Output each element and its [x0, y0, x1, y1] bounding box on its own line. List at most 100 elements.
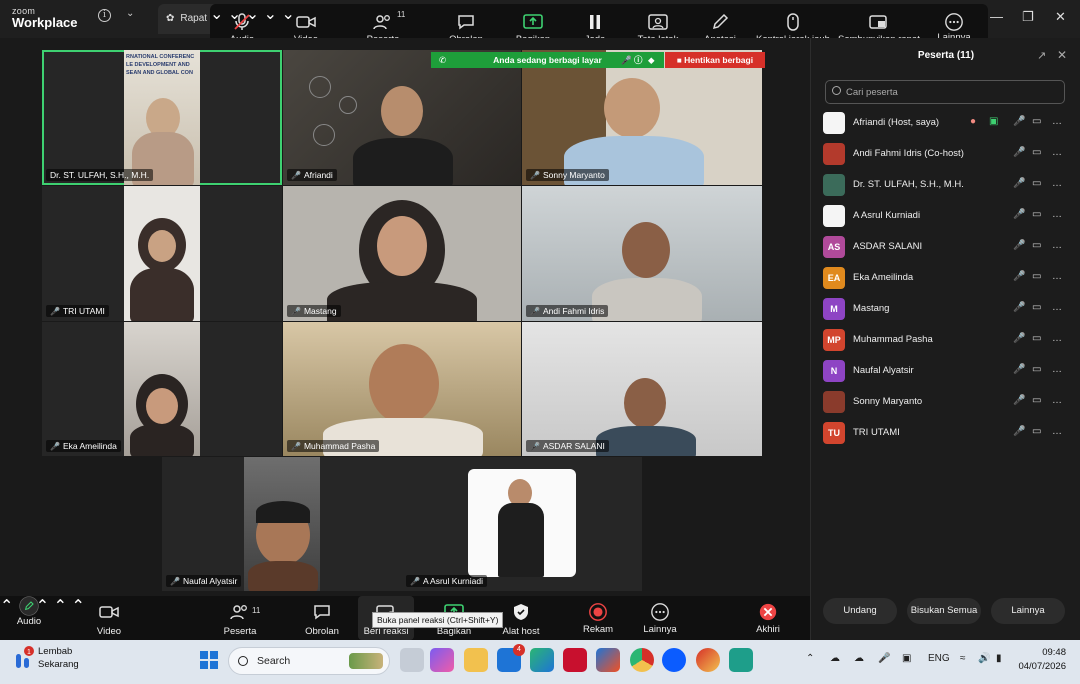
video-tile-asrul[interactable]: 🎤 A Asrul Kurniadi [402, 457, 642, 591]
more-options-icon[interactable]: … [1052, 333, 1062, 344]
more-options-icon[interactable]: … [1052, 271, 1062, 282]
app-icon[interactable] [696, 648, 720, 672]
record-button[interactable]: Rekam [580, 596, 616, 640]
more-options-icon[interactable]: … [1052, 302, 1062, 313]
stop-share-button[interactable]: ■ Hentikan berbagi [665, 52, 765, 68]
camera-icon[interactable]: ▭ [1032, 209, 1041, 220]
more-options-icon[interactable]: … [1052, 178, 1062, 189]
maximize-icon[interactable]: ❐ [1022, 9, 1034, 25]
participant-row[interactable]: Dr. ST. ULFAH, S.H., M.H. 🎤 ▭… [823, 170, 1073, 201]
camera-icon[interactable]: ▭ [1032, 147, 1041, 158]
more-options-icon[interactable]: … [1052, 147, 1062, 158]
windows-start-icon[interactable] [199, 650, 219, 670]
wifi-icon[interactable]: ≈ [960, 653, 966, 664]
store-icon[interactable] [596, 648, 620, 672]
close-panel-icon[interactable]: ✕ [1057, 48, 1067, 62]
chrome-icon[interactable] [630, 648, 654, 672]
chevron-down-icon[interactable]: ⌄ [126, 8, 134, 19]
participant-row[interactable]: AS ASDAR SALANI 🎤 ▭… [823, 232, 1073, 263]
volume-icon[interactable]: 🔊 [978, 653, 990, 664]
mic-muted-icon[interactable]: 🎤 [1013, 209, 1025, 220]
copilot-icon[interactable] [430, 648, 454, 672]
mic-icon[interactable]: 🎤 [1013, 178, 1025, 189]
task-view-icon[interactable] [400, 648, 424, 672]
host-tools-button[interactable]: Alat host [498, 596, 544, 640]
zoom-icon[interactable] [662, 648, 686, 672]
mcafee-icon[interactable] [563, 648, 587, 672]
participant-row[interactable]: N Naufal Alyatsir 🎤 ▭… [823, 356, 1073, 387]
participants-button[interactable]: Peserta [220, 596, 260, 640]
video-tile-sonny[interactable]: 🎤 Sonny Maryanto [522, 50, 762, 185]
mic-muted-icon[interactable]: 🎤 [1013, 271, 1025, 282]
video-tile-pasha[interactable]: 🎤 Muhammad Pasha [283, 322, 521, 456]
mic-muted-icon[interactable]: 🎤 [1013, 147, 1025, 158]
chat-options-chevron[interactable]: ⌄ [264, 6, 277, 23]
mic-muted-icon[interactable]: 🎤 [1013, 302, 1025, 313]
more-options-icon[interactable]: … [1052, 116, 1062, 127]
meeting-tab[interactable]: ✿ Rapat [158, 4, 218, 34]
camera-icon[interactable]: ▭ [1032, 364, 1041, 375]
more-options-icon[interactable]: … [1052, 209, 1062, 220]
camera-icon[interactable]: ▭ [1032, 302, 1041, 313]
file-explorer-icon[interactable] [464, 648, 488, 672]
mic-icon[interactable]: 🎤 [878, 653, 890, 664]
more-button[interactable]: Lainnya [640, 596, 680, 640]
video-button[interactable]: Video [90, 596, 128, 640]
audio-options-chevron[interactable]: ⌄ [210, 6, 223, 23]
popout-icon[interactable]: ↗ [1037, 49, 1046, 62]
cloud-icon[interactable]: ☁ [830, 653, 840, 664]
chat-options-chevron[interactable]: ⌃ [54, 598, 67, 615]
minimize-icon[interactable]: — [990, 9, 1003, 24]
video-tile-asdar[interactable]: 🎤 ASDAR SALANI [522, 322, 762, 456]
more-options-icon[interactable]: … [1052, 426, 1062, 437]
end-meeting-button[interactable]: Akhiri [748, 596, 788, 640]
mute-all-button[interactable]: Bisukan Semua [907, 598, 981, 624]
invite-button[interactable]: Undang [823, 598, 897, 624]
panel-more-button[interactable]: Lainnya [991, 598, 1065, 624]
video-tile-eka[interactable]: 🎤 Eka Ameilinda [42, 322, 282, 456]
participant-row[interactable]: TU TRI UTAMI 🎤 ▭… [823, 418, 1073, 449]
participant-row[interactable]: Afriandi (Host, saya) 🎤 ▭ … ● ▣ [823, 108, 1073, 139]
camera-icon[interactable]: ▭ [1032, 178, 1041, 189]
show-hidden-icons[interactable]: ⌃ [806, 653, 814, 664]
camera-icon[interactable]: ▭ [1032, 240, 1041, 251]
edge-icon[interactable] [530, 648, 554, 672]
taskbar-search[interactable]: Search [228, 647, 390, 675]
more-options-icon[interactable]: … [1052, 364, 1062, 375]
video-tile-ulfah[interactable]: RNATIONAL CONFERENC LE DEVELOPMENT AND SEA… [42, 50, 282, 185]
mic-muted-icon[interactable]: 🎤 [1013, 240, 1025, 251]
onedrive-icon[interactable]: ☁ [854, 653, 864, 664]
video-tile-naufal[interactable]: 🎤 Naufal Alyatsir [162, 457, 402, 591]
camera-icon[interactable]: ▭ [1032, 426, 1041, 437]
close-window-icon[interactable]: ✕ [1055, 9, 1066, 25]
clock[interactable]: 09:48 04/07/2026 [1018, 646, 1066, 674]
audio-button[interactable]: Audio [8, 596, 50, 640]
record-options-chevron[interactable]: ⌃ [71, 598, 84, 615]
camera-icon[interactable]: ▭ [1032, 116, 1041, 127]
search-participants-input[interactable]: Cari peserta [825, 80, 1065, 104]
mic-muted-icon[interactable]: 🎤 [1013, 395, 1025, 406]
participant-row[interactable]: Sonny Maryanto 🎤 ▭… [823, 387, 1073, 418]
video-tile-mastang[interactable]: 🎤 Mastang [283, 186, 521, 321]
participant-row[interactable]: EA Eka Ameilinda 🎤 ▭… [823, 263, 1073, 294]
mic-muted-icon[interactable]: 🎤 [1013, 364, 1025, 375]
participant-row[interactable]: A Asrul Kurniadi 🎤 ▭… [823, 201, 1073, 232]
battery-icon[interactable]: ▮ [996, 653, 1002, 664]
meeting-info-icon[interactable]: i [98, 9, 111, 22]
participant-row[interactable]: Andi Fahmi Idris (Co-host) 🎤 ▭… [823, 139, 1073, 170]
mail-icon[interactable]: 4 [497, 644, 525, 672]
camera-icon[interactable]: ▭ [1032, 395, 1041, 406]
chat-button[interactable]: Obrolan [302, 596, 342, 640]
participant-row[interactable]: M Mastang 🎤 ▭… [823, 294, 1073, 325]
video-tile-afriandi[interactable]: 🎤 Afriandi [283, 50, 521, 185]
more-options-icon[interactable]: … [1052, 395, 1062, 406]
mic-muted-icon[interactable]: 🎤 [1013, 116, 1025, 127]
language-indicator[interactable]: ENG [928, 653, 950, 664]
notes-icon[interactable] [729, 648, 753, 672]
camera-icon[interactable]: ▭ [1032, 333, 1041, 344]
mic-muted-icon[interactable]: 🎤 [1013, 333, 1025, 344]
more-options-icon[interactable]: … [1052, 240, 1062, 251]
weather-widget[interactable]: 1 Lembab Sekarang [12, 646, 79, 679]
video-tile-andi-fahmi[interactable]: 🎤 Andi Fahmi Idris [522, 186, 762, 321]
mic-muted-icon[interactable]: 🎤 [1013, 426, 1025, 437]
